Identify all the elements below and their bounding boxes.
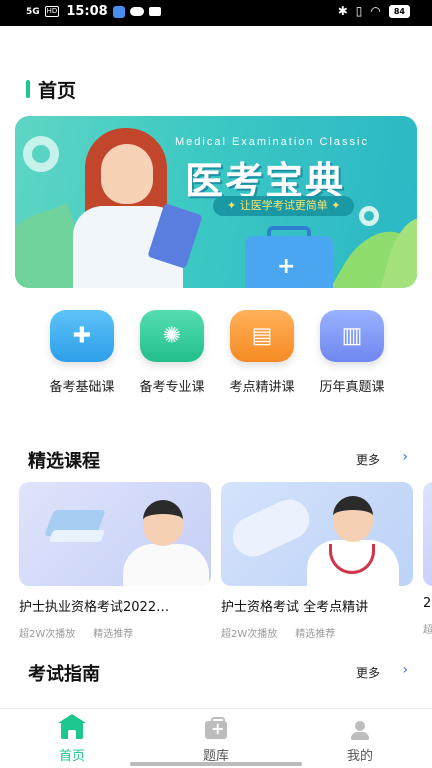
app-notification-icon — [112, 5, 125, 18]
course-tag: 精选推荐 — [295, 629, 336, 640]
banner-slogan: 让医学考试更简单 — [213, 196, 355, 216]
wifi-icon: ◠ — [370, 4, 381, 18]
course-meta: 超2W次播放 精选推荐 — [19, 625, 211, 640]
page-header: 首页 — [26, 76, 76, 102]
hd-icon: HD — [44, 6, 60, 17]
play-count: 超2W次播放 — [19, 629, 76, 640]
category-label: 备考基础课 — [49, 380, 115, 395]
title-accent-bar — [26, 80, 30, 98]
category-label: 历年真题课 — [319, 380, 385, 395]
course-meta: 超 — [423, 621, 432, 636]
guide-section-header: 考试指南 更多 › — [28, 660, 408, 686]
bottom-tab-bar: 首页 题库 我的 — [0, 708, 432, 768]
vibrate-icon: ▯ — [355, 4, 363, 18]
doctor-photo-head — [333, 496, 373, 542]
course-thumbnail — [423, 482, 432, 586]
user-icon — [349, 721, 371, 740]
play-count: 超 — [423, 625, 432, 636]
more-link[interactable]: 更多 — [356, 451, 380, 468]
tab-profile[interactable]: 我的 — [320, 721, 400, 764]
course-title: 护士执业资格考试2022… — [19, 600, 170, 615]
battery-icon: 84 — [388, 4, 410, 18]
status-time: 15:08 — [66, 4, 108, 19]
category-basic-course[interactable]: ✚ 备考基础课 — [36, 310, 128, 395]
hero-banner[interactable]: + Medical Examination Classic 医考宝典 让医学考试… — [15, 116, 417, 288]
chevron-right-icon[interactable]: › — [402, 449, 408, 465]
tab-label: 首页 — [58, 749, 85, 764]
course-card[interactable]: 护士资格考试 全考点精讲 超2W次播放 精选推荐 — [221, 482, 413, 640]
instructor-photo-head — [143, 500, 183, 546]
category-professional-course[interactable]: ✺ 备考专业课 — [126, 310, 218, 395]
category-label: 备考专业课 — [139, 380, 205, 395]
cloud-icon — [129, 7, 144, 16]
course-tag: 精选推荐 — [93, 629, 134, 640]
play-count: 超2W次播放 — [221, 629, 278, 640]
page-title: 首页 — [38, 79, 77, 102]
medical-cross-icon: + — [277, 254, 296, 279]
signal-icon: 5G — [26, 6, 40, 17]
scroll-illustration — [226, 492, 316, 564]
books-illustration — [48, 530, 106, 542]
decor-ring-small — [359, 206, 379, 226]
section-title: 精选课程 — [28, 451, 100, 472]
course-thumbnail — [221, 482, 413, 586]
category-row: ✚ 备考基础课 ✺ 备考专业课 ▤ 考点精讲课 ▥ 历年真题课 — [36, 310, 396, 400]
book-icon: ▥ — [320, 310, 384, 362]
nurse-illustration-face — [101, 144, 153, 204]
course-card[interactable]: 护士执业资格考试2022… 超2W次播放 精选推荐 — [19, 482, 211, 640]
course-meta: 超2W次播放 精选推荐 — [221, 625, 413, 640]
category-label: 考点精讲课 — [229, 380, 295, 395]
medical-kit-icon: ✚ — [50, 310, 114, 362]
mail-icon — [148, 7, 161, 16]
tab-label: 我的 — [346, 749, 373, 764]
status-bar: 5G HD 15:08 ✱ ▯ ◠ 84 — [0, 0, 432, 26]
tab-home[interactable]: 首页 — [32, 714, 112, 764]
category-past-exam-course[interactable]: ▥ 历年真题课 — [306, 310, 398, 395]
status-right: ✱ ▯ ◠ 84 — [338, 4, 410, 18]
course-title: 2 — [423, 596, 432, 611]
chevron-right-icon[interactable]: › — [402, 662, 408, 678]
category-keypoint-course[interactable]: ▤ 考点精讲课 — [216, 310, 308, 395]
home-icon — [58, 714, 86, 739]
virus-icon: ✺ — [140, 310, 204, 362]
featured-section-header: 精选课程 更多 › — [28, 447, 408, 473]
medical-kit-icon — [205, 717, 227, 739]
course-thumbnail — [19, 482, 211, 586]
instructor-photo-body — [123, 544, 209, 586]
course-title: 护士资格考试 全考点精讲 — [221, 600, 369, 615]
monitor-icon: ▤ — [230, 310, 294, 362]
course-card[interactable]: 2 超 — [423, 482, 432, 636]
section-title: 考试指南 — [28, 664, 100, 685]
bluetooth-icon: ✱ — [337, 4, 348, 18]
tab-question-bank[interactable]: 题库 — [176, 717, 256, 764]
banner-subtitle: Medical Examination Classic — [175, 136, 369, 148]
home-indicator[interactable] — [130, 762, 302, 766]
more-link[interactable]: 更多 — [356, 664, 380, 681]
status-left: 5G HD 15:08 — [26, 4, 161, 19]
decor-ring — [23, 136, 59, 172]
